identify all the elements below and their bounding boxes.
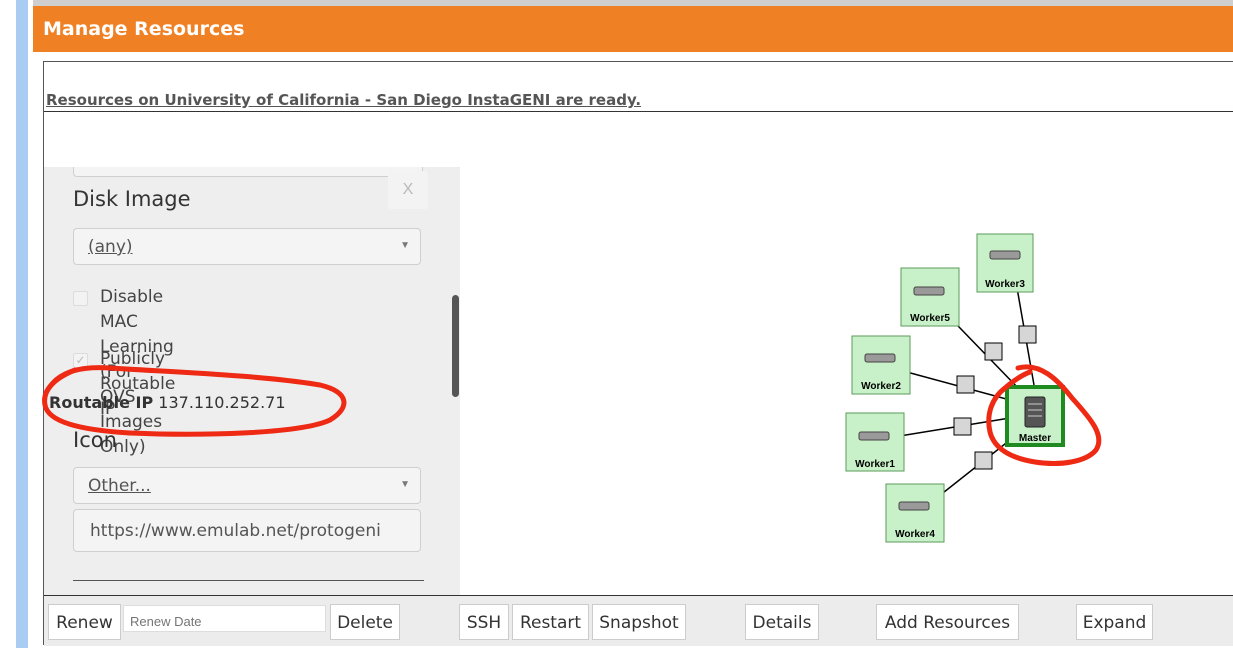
status-divider bbox=[44, 111, 1233, 112]
disk-image-select[interactable]: (any) ▼ bbox=[73, 228, 421, 265]
ssh-button[interactable]: SSH bbox=[459, 604, 509, 640]
icon-label: Icon bbox=[73, 428, 117, 452]
icon-select-value: Other... bbox=[88, 476, 151, 496]
node-properties-panel: X Disk Image (any) ▼ Disable MAC Learnin… bbox=[44, 167, 460, 595]
action-toolbar: Renew Delete SSH Restart Snapshot Detail… bbox=[44, 595, 1233, 646]
left-gutter bbox=[0, 0, 33, 648]
details-button[interactable]: Details bbox=[745, 604, 819, 640]
disk-image-label: Disk Image bbox=[73, 187, 191, 211]
renew-date-input[interactable] bbox=[123, 605, 326, 632]
expand-button[interactable]: Expand bbox=[1076, 604, 1153, 640]
page-title: Manage Resources bbox=[43, 18, 245, 40]
public-ip-checkbox[interactable]: ✓ bbox=[73, 353, 88, 368]
delete-button[interactable]: Delete bbox=[330, 604, 400, 640]
snapshot-button[interactable]: Snapshot bbox=[592, 604, 686, 640]
status-message: Resources on University of California - … bbox=[46, 91, 642, 109]
add-resources-button[interactable]: Add Resources bbox=[876, 604, 1019, 640]
disable-mac-checkbox[interactable] bbox=[73, 291, 88, 306]
panel-divider bbox=[73, 580, 424, 581]
routable-ip-row: Routable IP 137.110.252.71 bbox=[49, 393, 286, 412]
chevron-down-icon: ▼ bbox=[400, 479, 410, 490]
renew-button[interactable]: Renew bbox=[48, 604, 121, 640]
clipped-field[interactable] bbox=[73, 167, 423, 177]
restart-button[interactable]: Restart bbox=[512, 604, 589, 640]
icon-select[interactable]: Other... ▼ bbox=[73, 467, 421, 504]
routable-ip-value: 137.110.252.71 bbox=[158, 393, 286, 412]
disk-image-value: (any) bbox=[88, 237, 133, 257]
panel-scrollbar[interactable] bbox=[452, 295, 459, 397]
close-panel-button[interactable]: X bbox=[388, 171, 428, 209]
header-bar: Manage Resources bbox=[33, 0, 1233, 52]
left-accent-bar bbox=[16, 0, 28, 648]
icon-url-input[interactable]: https://www.emulab.net/protogeni bbox=[73, 509, 421, 552]
chevron-down-icon: ▼ bbox=[400, 240, 410, 251]
routable-ip-label: Routable IP bbox=[49, 393, 154, 412]
